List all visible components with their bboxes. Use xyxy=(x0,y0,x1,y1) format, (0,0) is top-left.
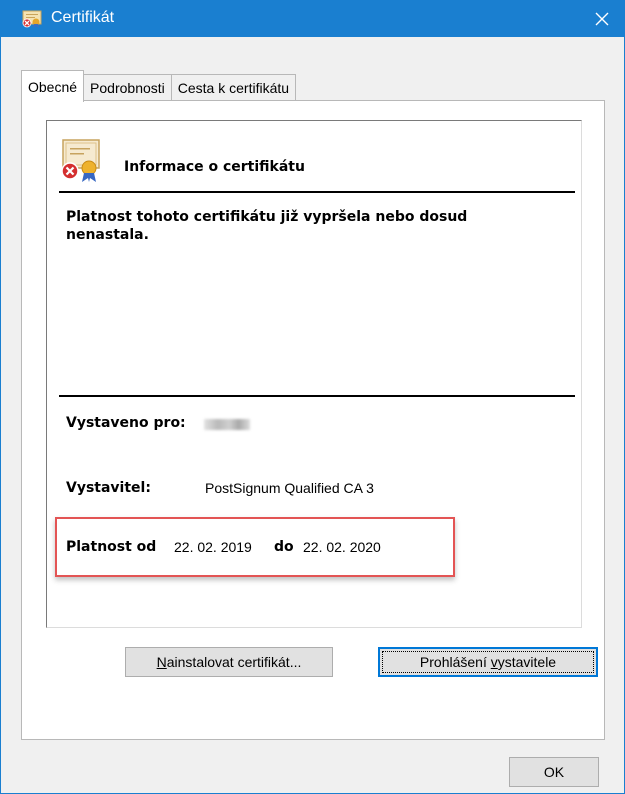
divider xyxy=(59,395,575,397)
certificate-icon xyxy=(22,10,42,28)
close-icon xyxy=(595,12,609,26)
tab-panel-general: Informace o certifikátu Platnost tohoto … xyxy=(21,100,605,740)
issuer-statement-button[interactable]: Prohlášení vystavitele xyxy=(378,647,598,677)
issuer-label: Vystavitel: xyxy=(66,480,151,496)
valid-from-label: Platnost od xyxy=(66,539,157,555)
certificate-invalid-icon xyxy=(61,139,100,182)
install-button-label: Nainstalovat certifikát... xyxy=(156,654,302,670)
title-bar[interactable]: Certifikát xyxy=(1,1,624,37)
tab-certification-path[interactable]: Cesta k certifikátu xyxy=(170,74,297,101)
issuer-value: PostSignum Qualified CA 3 xyxy=(205,480,374,496)
close-button[interactable] xyxy=(580,1,624,37)
tab-general[interactable]: Obecné xyxy=(21,70,85,102)
valid-from-value: 22. 02. 2019 xyxy=(174,539,252,555)
window-title: Certifikát xyxy=(51,9,115,26)
tab-strip: Obecné Podrobnosti Cesta k certifikátu xyxy=(21,70,297,102)
validity-warning: Platnost tohoto certifikátu již vypršela… xyxy=(66,209,468,243)
tab-details[interactable]: Podrobnosti xyxy=(83,74,172,101)
certificate-dialog: Certifikát Obecné Podrobnosti Cesta k ce… xyxy=(0,0,625,794)
valid-to-label: do xyxy=(274,539,294,555)
issued-to-value-redacted xyxy=(204,419,250,430)
certificate-info-box: Informace o certifikátu Platnost tohoto … xyxy=(46,120,582,628)
ok-button[interactable]: OK xyxy=(509,757,599,787)
focus-rectangle xyxy=(382,651,594,673)
info-title: Informace o certifikátu xyxy=(124,159,305,175)
install-certificate-button[interactable]: Nainstalovat certifikát... xyxy=(125,647,333,677)
issued-to-label: Vystaveno pro: xyxy=(66,415,186,431)
valid-to-value: 22. 02. 2020 xyxy=(303,539,381,555)
divider xyxy=(59,191,575,193)
